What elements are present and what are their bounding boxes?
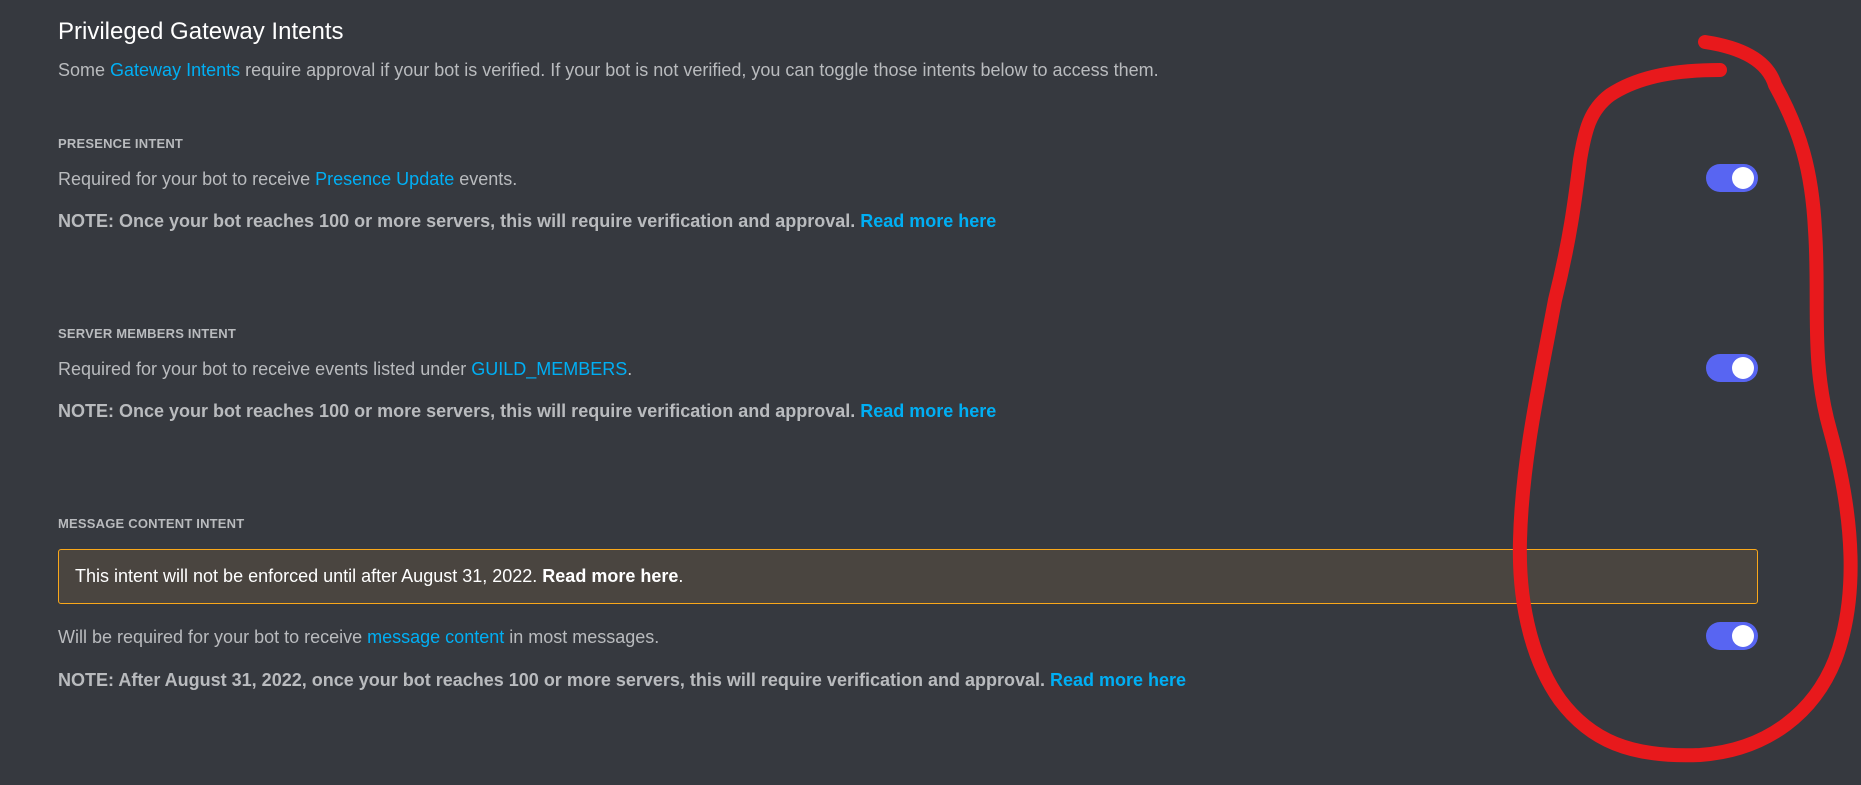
presence-note-text: NOTE: Once your bot reaches 100 or more … [58, 211, 861, 231]
red-annotation-circle [1512, 35, 1858, 763]
presence-intent-note: NOTE: Once your bot reaches 100 or more … [58, 211, 996, 232]
presence-intent-description: Required for your bot to receive Presenc… [58, 169, 517, 190]
message-content-intent-text-end: in most messages. [504, 627, 660, 647]
server-members-note-text: NOTE: Once your bot reaches 100 or more … [58, 401, 861, 421]
toggle-knob [1732, 625, 1754, 647]
presence-read-more-link[interactable]: Read more here [860, 211, 996, 231]
toggle-knob [1732, 357, 1754, 379]
server-members-intent-text: Required for your bot to receive events … [58, 359, 472, 379]
server-members-intent-text-end: . [627, 359, 633, 379]
notice-read-more-link[interactable]: Read more here [542, 566, 678, 586]
message-content-intent-description: Will be required for your bot to receive… [58, 627, 659, 648]
server-members-intent-note: NOTE: Once your bot reaches 100 or more … [58, 401, 996, 422]
notice-text: This intent will not be enforced until a… [75, 566, 543, 586]
presence-update-link[interactable]: Presence Update [315, 169, 454, 189]
message-content-intent-text: Will be required for your bot to receive [58, 627, 368, 647]
notice-text-end: . [678, 566, 684, 586]
message-content-intent-heading: MESSAGE CONTENT INTENT [58, 516, 245, 531]
description-text: Some [58, 60, 111, 80]
presence-intent-text-end: events. [454, 169, 518, 189]
toggle-knob [1732, 167, 1754, 189]
presence-intent-text: Required for your bot to receive [58, 169, 316, 189]
message-content-intent-toggle[interactable] [1706, 622, 1758, 650]
server-members-intent-heading: SERVER MEMBERS INTENT [58, 326, 237, 341]
enforcement-notice: This intent will not be enforced until a… [58, 549, 1758, 604]
gateway-intents-link[interactable]: Gateway Intents [110, 60, 240, 80]
page-title: Privileged Gateway Intents [58, 18, 344, 45]
message-content-intent-note: NOTE: After August 31, 2022, once your b… [58, 670, 1186, 691]
message-content-link[interactable]: message content [367, 627, 504, 647]
page-description: Some Gateway Intents require approval if… [58, 60, 1159, 81]
message-content-note-text: NOTE: After August 31, 2022, once your b… [58, 670, 1050, 690]
server-members-intent-toggle[interactable] [1706, 354, 1758, 382]
server-members-intent-description: Required for your bot to receive events … [58, 359, 632, 380]
description-text-end: require approval if your bot is verified… [240, 60, 1159, 80]
guild-members-link[interactable]: GUILD_MEMBERS [471, 359, 627, 379]
presence-intent-heading: PRESENCE INTENT [58, 136, 184, 151]
presence-intent-toggle[interactable] [1706, 164, 1758, 192]
message-content-read-more-link[interactable]: Read more here [1050, 670, 1186, 690]
server-members-read-more-link[interactable]: Read more here [860, 401, 996, 421]
